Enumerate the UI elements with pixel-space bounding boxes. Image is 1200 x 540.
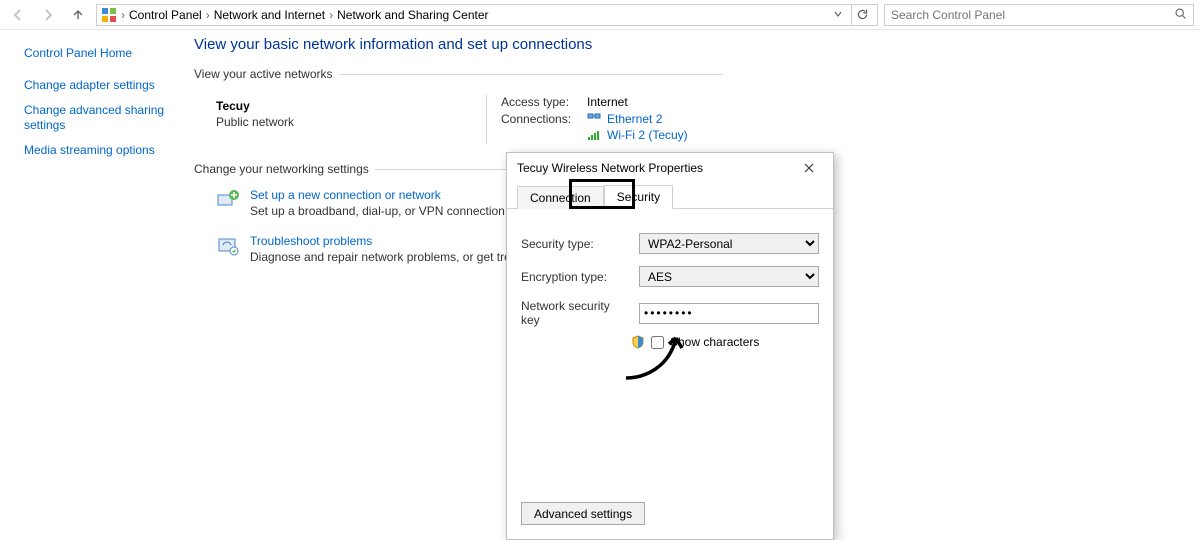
tab-security[interactable]: Security xyxy=(604,185,673,209)
sidebar-home-link[interactable]: Control Panel Home xyxy=(24,46,178,60)
dialog-tabs: Connection Security xyxy=(507,183,833,209)
new-connection-icon xyxy=(216,188,240,212)
access-type-value: Internet xyxy=(587,95,628,109)
page-title: View your basic network information and … xyxy=(194,36,1200,53)
refresh-button[interactable] xyxy=(851,4,873,26)
network-type: Public network xyxy=(216,115,486,129)
show-characters-checkbox[interactable] xyxy=(651,336,664,349)
wifi-properties-dialog: Tecuy Wireless Network Properties Connec… xyxy=(506,152,834,540)
encryption-type-select[interactable]: AES xyxy=(639,266,819,287)
advanced-settings-button[interactable]: Advanced settings xyxy=(521,502,645,525)
active-networks-panel: Tecuy Public network Access type: Intern… xyxy=(194,85,1200,162)
nav-up-button[interactable] xyxy=(66,3,90,27)
sidebar-link-media-streaming[interactable]: Media streaming options xyxy=(24,143,178,158)
address-dropdown-button[interactable] xyxy=(829,8,847,22)
connections-label: Connections: xyxy=(501,112,581,126)
dialog-title: Tecuy Wireless Network Properties xyxy=(517,161,789,175)
search-icon xyxy=(1174,7,1187,23)
breadcrumb-control-panel[interactable]: Control Panel xyxy=(129,8,202,22)
close-button[interactable] xyxy=(789,155,829,181)
chevron-right-icon: › xyxy=(121,8,125,22)
address-bar: › Control Panel › Network and Internet ›… xyxy=(0,0,1200,30)
wifi-icon xyxy=(587,129,601,141)
section-header-label: Change your networking settings xyxy=(194,162,369,176)
nav-forward-button[interactable] xyxy=(36,3,60,27)
dialog-titlebar[interactable]: Tecuy Wireless Network Properties xyxy=(507,153,833,183)
breadcrumb-network-internet[interactable]: Network and Internet xyxy=(214,8,325,22)
chevron-right-icon: › xyxy=(329,8,333,22)
connection-ethernet-link[interactable]: Ethernet 2 xyxy=(607,112,662,126)
ethernet-icon xyxy=(587,111,601,126)
encryption-type-label: Encryption type: xyxy=(521,270,631,284)
network-key-input[interactable] xyxy=(639,303,819,324)
breadcrumb: › Control Panel › Network and Internet ›… xyxy=(96,4,878,26)
nav-back-button[interactable] xyxy=(6,3,30,27)
chevron-right-icon: › xyxy=(206,8,210,22)
section-header-active-networks: View your active networks xyxy=(194,67,1200,81)
show-characters-label: Show characters xyxy=(670,335,759,349)
access-type-label: Access type: xyxy=(501,95,581,109)
network-name: Tecuy xyxy=(216,99,486,113)
search-box[interactable] xyxy=(884,4,1194,26)
tab-connection[interactable]: Connection xyxy=(517,186,604,209)
divider xyxy=(339,74,723,75)
security-type-label: Security type: xyxy=(521,237,631,251)
uac-shield-icon xyxy=(631,335,645,349)
control-panel-icon xyxy=(101,7,117,23)
security-type-select[interactable]: WPA2-Personal xyxy=(639,233,819,254)
network-key-label: Network security key xyxy=(521,299,631,327)
search-input[interactable] xyxy=(891,8,1174,22)
breadcrumb-network-sharing-center[interactable]: Network and Sharing Center xyxy=(337,8,488,22)
section-header-label: View your active networks xyxy=(194,67,333,81)
sidebar-link-advanced-sharing[interactable]: Change advanced sharing settings xyxy=(24,103,178,133)
troubleshoot-icon xyxy=(216,234,240,258)
connection-wifi-link[interactable]: Wi-Fi 2 (Tecuy) xyxy=(607,128,688,142)
sidebar: Control Panel Home Change adapter settin… xyxy=(0,30,190,276)
sidebar-link-adapter-settings[interactable]: Change adapter settings xyxy=(24,78,178,93)
